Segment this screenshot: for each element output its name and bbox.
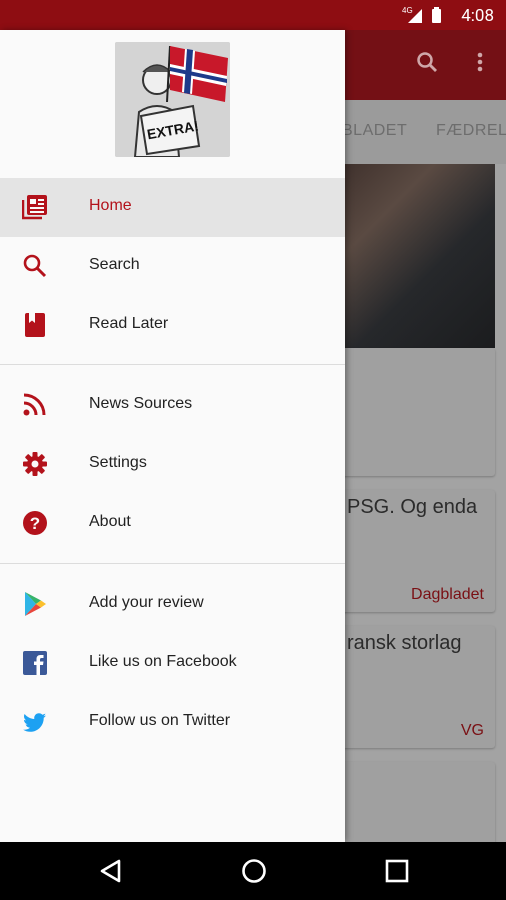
svg-text:?: ? bbox=[30, 514, 40, 533]
drawer-divider bbox=[0, 364, 345, 365]
article-headline: PSG. Og enda bbox=[347, 496, 478, 518]
bookmark-icon bbox=[22, 312, 48, 338]
network-type-label: 4G bbox=[402, 6, 413, 15]
back-icon[interactable] bbox=[98, 858, 124, 889]
home-icon[interactable] bbox=[241, 858, 267, 889]
more-vert-icon[interactable] bbox=[470, 50, 490, 80]
help-icon: ? bbox=[22, 510, 48, 536]
drawer-item-label: About bbox=[89, 513, 131, 530]
article-card[interactable] bbox=[330, 762, 495, 842]
drawer-item-search[interactable]: Search bbox=[0, 237, 345, 296]
drawer-divider bbox=[0, 563, 345, 564]
navigation-drawer: EXTRA! Home Search Read Later News Sourc… bbox=[0, 30, 345, 842]
drawer-item-read-later[interactable]: Read Later bbox=[0, 296, 345, 355]
facebook-icon bbox=[22, 650, 48, 676]
drawer-item-label: Read Later bbox=[89, 315, 169, 332]
status-bar: 4G 4:08 bbox=[0, 0, 506, 30]
drawer-item-home[interactable]: Home bbox=[0, 178, 345, 237]
gear-icon bbox=[22, 451, 48, 477]
article-source: Dagbladet bbox=[411, 586, 484, 603]
drawer-item-label: Search bbox=[89, 256, 140, 273]
drawer-item-about[interactable]: ? About bbox=[0, 494, 345, 553]
drawer-item-label: News Sources bbox=[89, 395, 193, 412]
article-photo[interactable] bbox=[330, 164, 495, 348]
article-card[interactable] bbox=[330, 348, 495, 476]
system-navigation-bar bbox=[0, 842, 506, 900]
rss-icon bbox=[22, 392, 48, 418]
article-source: VG bbox=[460, 722, 484, 739]
recents-icon[interactable] bbox=[384, 858, 410, 889]
status-time: 4:08 bbox=[461, 6, 494, 26]
drawer-item-add-review[interactable]: Add your review bbox=[0, 575, 345, 634]
newspaper-icon bbox=[21, 194, 48, 220]
drawer-item-label: Follow us on Twitter bbox=[89, 712, 231, 729]
tab-faedrelandsvennen[interactable]: FÆDRELA bbox=[436, 122, 506, 140]
search-icon bbox=[22, 253, 48, 279]
drawer-item-settings[interactable]: Settings bbox=[0, 435, 345, 494]
signal-battery-icons: 4G bbox=[402, 5, 446, 30]
play-store-icon bbox=[22, 591, 48, 617]
tab-dagbladet[interactable]: BLADET bbox=[342, 122, 407, 140]
search-icon[interactable] bbox=[415, 50, 439, 80]
drawer-item-label: Add your review bbox=[89, 594, 204, 611]
article-headline: ransk storlag bbox=[347, 632, 462, 654]
drawer-item-label: Like us on Facebook bbox=[89, 653, 237, 670]
drawer-item-label: Settings bbox=[89, 454, 147, 471]
drawer-item-label: Home bbox=[89, 197, 132, 214]
drawer-item-facebook[interactable]: Like us on Facebook bbox=[0, 634, 345, 693]
twitter-icon bbox=[22, 709, 48, 735]
app-logo: EXTRA! bbox=[115, 42, 230, 157]
drawer-item-news-sources[interactable]: News Sources bbox=[0, 376, 345, 435]
drawer-item-twitter[interactable]: Follow us on Twitter bbox=[0, 693, 345, 752]
